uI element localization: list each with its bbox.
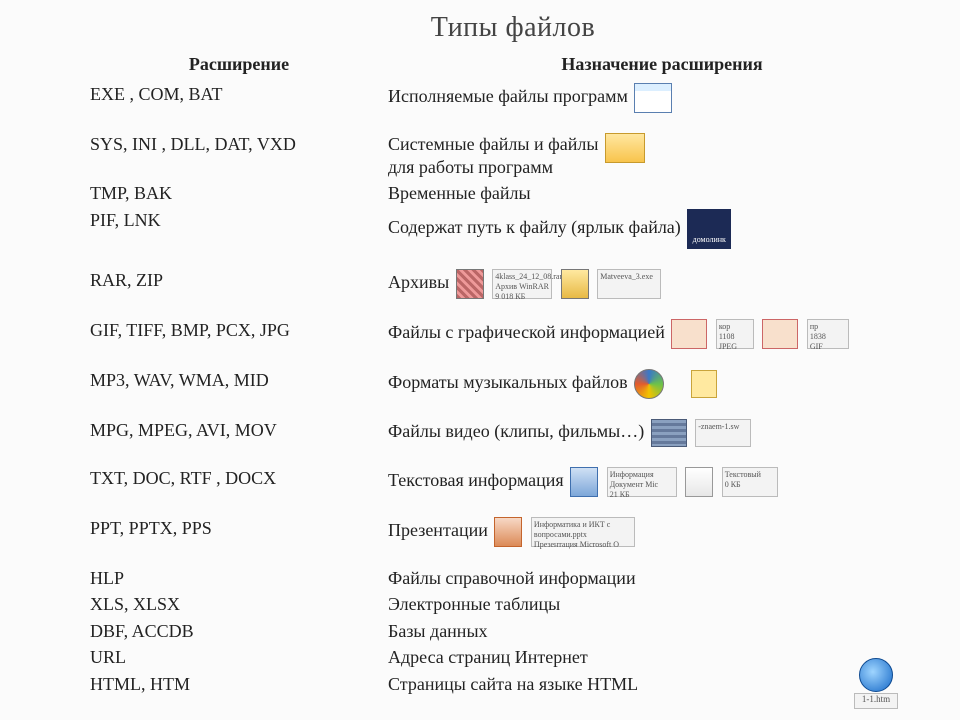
table-row: PIF, LNK Содержат путь к файлу (ярлык фа…	[90, 207, 936, 267]
cell-desc: Файлы видео (клипы, фильмы…) -znaem-1.sw	[388, 417, 936, 465]
html-file-thumb: 1-1.htm	[852, 658, 900, 710]
word-doc-icon	[570, 467, 598, 497]
cell-ext: MPG, MPEG, AVI, MOV	[90, 417, 388, 465]
image-file-icon	[671, 319, 707, 349]
cell-ext: DBF, ACCDB	[90, 618, 388, 645]
powerpoint-label: Информатика и ИКТ с вопросами.pptx Презе…	[531, 517, 635, 547]
shortcut-icon: домолинк	[687, 209, 731, 249]
text-file-icon	[685, 467, 713, 497]
table-header-row: Расширение Назначение расширения	[90, 52, 936, 81]
table-row: HTML, HTM Страницы сайта на языке HTML	[90, 671, 936, 698]
rar-label: 4klass_24_12_08.rar Архив WinRAR 9 018 К…	[492, 269, 552, 299]
image-file-icon	[762, 319, 798, 349]
file-types-table: Расширение Назначение расширения EXE , C…	[90, 52, 936, 697]
cell-desc: Презентации Информатика и ИКТ с вопросам…	[388, 515, 936, 565]
table-row: GIF, TIFF, BMP, PCX, JPG Файлы с графиче…	[90, 317, 936, 367]
image-file-label: кор 1108 JPEG	[716, 319, 754, 349]
table-row: MP3, WAV, WMA, MID Форматы музыкальных ф…	[90, 367, 936, 417]
table-row: SYS, INI , DLL, DAT, VXD Системные файлы…	[90, 131, 936, 180]
cell-desc: Архивы 4klass_24_12_08.rar Архив WinRAR …	[388, 267, 936, 317]
cell-ext: EXE , COM, BAT	[90, 81, 388, 131]
cell-desc: Файлы с графической информацией кор 1108…	[388, 317, 936, 367]
cell-ext: PPT, PPTX, PPS	[90, 515, 388, 565]
table-row: TXT, DOC, RTF , DOCX Текстовая информаци…	[90, 465, 936, 515]
cell-desc: Исполняемые файлы программ	[388, 81, 936, 131]
cell-desc: Форматы музыкальных файлов	[388, 367, 936, 417]
desc-text: Форматы музыкальных файлов	[388, 372, 628, 392]
desc-text: Исполняемые файлы программ	[388, 86, 628, 106]
col-header-description: Назначение расширения	[388, 52, 936, 81]
cell-ext: HLP	[90, 565, 388, 592]
cell-desc: Текстовая информация Информация Документ…	[388, 465, 936, 515]
zip-label: Matveeva_3.exe	[597, 269, 661, 299]
desc-text: Системные файлы и файлы для работы прогр…	[388, 133, 598, 178]
program-window-icon	[634, 83, 672, 113]
table-row: HLP Файлы справочной информации	[90, 565, 936, 592]
cell-ext: SYS, INI , DLL, DAT, VXD	[90, 131, 388, 180]
desc-text: Содержат путь к файлу (ярлык файла)	[388, 217, 681, 237]
cell-ext: URL	[90, 644, 388, 671]
table-row: TMP, BAK Временные файлы	[90, 180, 936, 207]
video-file-label: -znaem-1.sw	[695, 419, 751, 447]
system-folder-icon	[605, 133, 645, 163]
zip-icon	[561, 269, 589, 299]
cell-desc: Содержат путь к файлу (ярлык файла) домо…	[388, 207, 936, 267]
table-row: XLS, XLSX Электронные таблицы	[90, 591, 936, 618]
table-row: URL Адреса страниц Интернет	[90, 644, 936, 671]
desc-text: Презентации	[388, 520, 488, 540]
desc-text: Файлы видео (клипы, фильмы…)	[388, 421, 644, 441]
rar-icon	[456, 269, 484, 299]
cell-ext: TMP, BAK	[90, 180, 388, 207]
media-player-icon	[634, 369, 664, 399]
cell-ext: MP3, WAV, WMA, MID	[90, 367, 388, 417]
powerpoint-icon	[494, 517, 522, 547]
word-doc-label: Информация Документ Mic 21 КБ	[607, 467, 677, 497]
cell-desc: Системные файлы и файлы для работы прогр…	[388, 131, 936, 180]
image-file-label: пр 1838 GIF	[807, 319, 849, 349]
cell-ext: TXT, DOC, RTF , DOCX	[90, 465, 388, 515]
col-header-extension: Расширение	[90, 52, 388, 81]
cell-desc: Базы данных	[388, 618, 936, 645]
cell-ext: RAR, ZIP	[90, 267, 388, 317]
table-row: RAR, ZIP Архивы 4klass_24_12_08.rar Архи…	[90, 267, 936, 317]
page-title: Типы файлов	[90, 12, 936, 44]
table-row: MPG, MPEG, AVI, MOV Файлы видео (клипы, …	[90, 417, 936, 465]
table-row: DBF, ACCDB Базы данных	[90, 618, 936, 645]
audio-file-icon	[691, 370, 717, 398]
table-row: EXE , COM, BAT Исполняемые файлы програм…	[90, 81, 936, 131]
text-file-label: Текстовый 0 КБ	[722, 467, 778, 497]
desc-text: Текстовая информация	[388, 470, 564, 490]
video-file-icon	[651, 419, 687, 447]
table-row: PPT, PPTX, PPS Презентации Информатика и…	[90, 515, 936, 565]
cell-desc: Временные файлы	[388, 180, 936, 207]
cell-ext: PIF, LNK	[90, 207, 388, 267]
cell-desc: Электронные таблицы	[388, 591, 936, 618]
cell-ext: GIF, TIFF, BMP, PCX, JPG	[90, 317, 388, 367]
slide: Типы файлов Расширение Назначение расшир…	[0, 0, 960, 717]
internet-explorer-icon	[859, 658, 893, 692]
cell-ext: HTML, HTM	[90, 671, 388, 698]
cell-ext: XLS, XLSX	[90, 591, 388, 618]
html-file-label: 1-1.htm	[854, 693, 898, 709]
desc-text: Архивы	[388, 272, 449, 292]
cell-desc: Файлы справочной информации	[388, 565, 936, 592]
desc-text: Файлы с графической информацией	[388, 322, 665, 342]
